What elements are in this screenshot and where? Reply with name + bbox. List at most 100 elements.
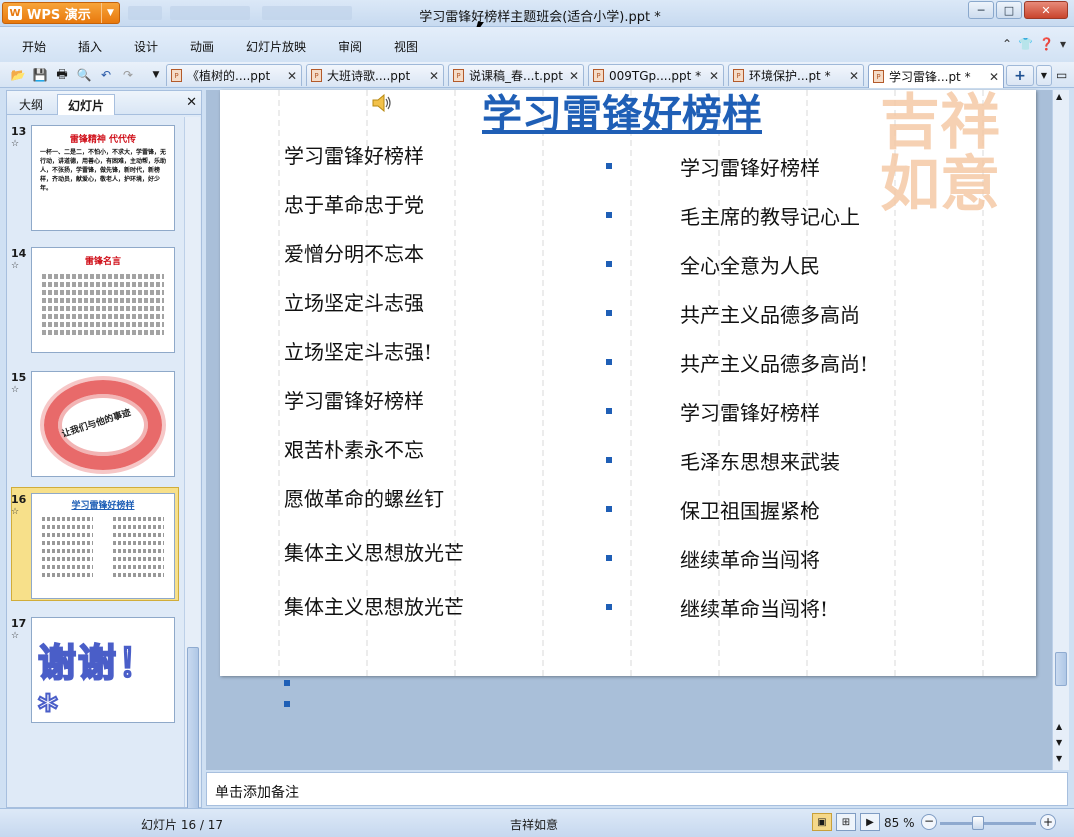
- zoom-in-button[interactable]: +: [1040, 814, 1056, 830]
- help-icon[interactable]: ❓: [1039, 37, 1054, 51]
- right-lyric-line[interactable]: 学习雷锋好榜样: [680, 152, 820, 181]
- redo-icon[interactable]: ↷: [120, 67, 136, 83]
- zoom-slider-track[interactable]: [940, 822, 1036, 825]
- close-tab-icon[interactable]: ✕: [569, 69, 579, 83]
- slide-thumbnail-16[interactable]: 学习雷锋好榜样: [31, 493, 175, 599]
- animation-star-icon: ☆: [11, 261, 20, 271]
- right-lyric-line[interactable]: 继续革命当闯将: [680, 544, 820, 573]
- right-lyric-line[interactable]: 毛泽东思想来武装: [680, 446, 840, 475]
- print-preview-icon[interactable]: 🔍: [76, 67, 92, 83]
- menu-home[interactable]: 开始: [22, 38, 46, 55]
- scroll-down-icon[interactable]: ▼: [1056, 754, 1062, 763]
- menu-insert[interactable]: 插入: [78, 38, 102, 55]
- right-lyric-line[interactable]: 共产主义品德多高尚!: [680, 348, 868, 377]
- doc-tab[interactable]: P 《植树的....ppt ✕: [166, 64, 302, 86]
- tab-list-dropdown[interactable]: ▼: [1036, 65, 1052, 86]
- chevron-down-icon[interactable]: ▼: [101, 3, 119, 23]
- chevron-up-icon[interactable]: ⌃: [1002, 37, 1012, 51]
- doc-tab-label: 学习雷锋...pt *: [889, 70, 971, 84]
- skin-shirt-icon[interactable]: 👕: [1018, 37, 1033, 51]
- right-lyric-line[interactable]: 学习雷锋好榜样: [680, 397, 820, 426]
- auspicious-seal-decoration-icon: 吉祥 如意: [880, 90, 1000, 220]
- status-bar: 幻灯片 16 / 17 吉祥如意 ▣ ⊞ ▶ 85 % − +: [0, 808, 1074, 837]
- maximize-button[interactable]: □: [996, 1, 1022, 19]
- close-tab-icon[interactable]: ✕: [709, 69, 719, 83]
- slide-title[interactable]: 学习雷锋好榜样: [482, 90, 762, 140]
- left-lyric-line[interactable]: 学习雷锋好榜样: [284, 385, 424, 414]
- slide-thumbnail-13[interactable]: 雷锋精神 代代传 一杯一、二是二，不怕小，不求大，学雷锋，无行动，讲道德，用善心…: [31, 125, 175, 231]
- chevron-down-icon: ▼: [1040, 71, 1048, 80]
- left-lyric-line[interactable]: 爱憎分明不忘本: [284, 238, 424, 267]
- menu-view[interactable]: 视图: [394, 38, 418, 55]
- notes-pane[interactable]: 单击添加备注: [206, 772, 1068, 806]
- doc-tab[interactable]: P 环境保护...pt * ✕: [728, 64, 864, 86]
- thumbnail-title: 谢谢！*: [37, 640, 159, 723]
- new-tab-button[interactable]: +: [1006, 65, 1034, 86]
- print-icon[interactable]: 🖶: [54, 67, 70, 83]
- zoom-slider-handle[interactable]: [972, 816, 984, 830]
- left-lyric-line[interactable]: 立场坚定斗志强!: [284, 336, 432, 365]
- next-slide-icon[interactable]: ▼: [1056, 738, 1062, 747]
- undo-icon[interactable]: ↶: [98, 67, 114, 83]
- right-lyric-line[interactable]: 继续革命当闯将!: [680, 593, 828, 622]
- normal-view-icon[interactable]: ▣: [812, 813, 832, 831]
- slide-sorter-view-icon[interactable]: ⊞: [836, 813, 856, 831]
- close-tab-icon[interactable]: ✕: [429, 69, 439, 83]
- app-button-label: WPS 演示: [27, 7, 91, 23]
- right-lyric-line[interactable]: 保卫祖国握紧枪: [680, 495, 820, 524]
- wps-app-menu-button[interactable]: W WPS 演示 ▼: [2, 2, 120, 24]
- left-lyric-line[interactable]: 集体主义思想放光芒: [284, 537, 464, 566]
- decorative-dash-line: [542, 90, 544, 676]
- tab-slides[interactable]: 幻灯片: [57, 94, 116, 115]
- customize-toolbar-icon[interactable]: ▼: [148, 67, 164, 83]
- doc-tab[interactable]: P 大班诗歌....ppt ✕: [306, 64, 444, 86]
- open-folder-icon[interactable]: 📂: [10, 67, 26, 83]
- slide-canvas[interactable]: 吉祥 如意 学习雷锋好榜样 学习雷锋好榜样 忠于革命忠于党 爱憎分明不忘本 立场坚…: [220, 90, 1036, 676]
- slide-counter: 幻灯片 16 / 17: [141, 818, 224, 832]
- slide-thumbnail-15[interactable]: 让我们与他的事迹: [31, 371, 175, 477]
- chevron-down-icon[interactable]: ▾: [1060, 37, 1066, 51]
- left-lyric-line[interactable]: 学习雷锋好榜样: [284, 140, 424, 169]
- right-lyric-line[interactable]: 共产主义品德多高尚: [680, 299, 860, 328]
- doc-tab-label: 大班诗歌....ppt: [327, 69, 411, 83]
- close-tab-icon[interactable]: ✕: [287, 69, 297, 83]
- doc-tab[interactable]: P 说课稿_春...t.ppt ✕: [448, 64, 584, 86]
- slideshow-view-icon[interactable]: ▶: [860, 813, 880, 831]
- doc-tab-label: 环境保护...pt *: [749, 69, 831, 83]
- quick-access-ghost: [262, 6, 352, 20]
- save-icon[interactable]: 💾: [32, 67, 48, 83]
- animation-star-icon: ☆: [11, 631, 20, 641]
- left-lyric-line[interactable]: 集体主义思想放光芒: [284, 591, 464, 620]
- speaker-sound-icon[interactable]: [370, 92, 394, 114]
- close-tab-icon[interactable]: ✕: [989, 70, 999, 84]
- scroll-up-icon[interactable]: ▲: [1056, 92, 1062, 101]
- slides-panel-scrollbar[interactable]: [184, 117, 200, 819]
- zoom-out-button[interactable]: −: [921, 814, 937, 830]
- close-panel-icon[interactable]: ✕: [186, 95, 197, 110]
- doc-tab-active[interactable]: P 学习雷锋...pt * ✕: [868, 64, 1004, 88]
- left-lyric-line[interactable]: 忠于革命忠于党: [284, 189, 424, 218]
- minimize-doc-icon[interactable]: ▭: [1056, 68, 1067, 82]
- right-lyric-line[interactable]: 全心全意为人民: [680, 250, 820, 279]
- right-lyric-line[interactable]: 毛主席的教导记心上: [680, 201, 860, 230]
- doc-tab[interactable]: P 009TGp....ppt * ✕: [588, 64, 724, 86]
- menu-animation[interactable]: 动画: [190, 38, 214, 55]
- prev-slide-icon[interactable]: ▲: [1056, 722, 1062, 731]
- scrollbar-thumb[interactable]: [1055, 652, 1067, 686]
- minimize-button[interactable]: ─: [968, 1, 994, 19]
- title-bar: W WPS 演示 ▼ 学习雷锋好榜样主题班会(适合小学).ppt * ─ □ ✕: [0, 0, 1074, 36]
- menu-review[interactable]: 审阅: [338, 38, 362, 55]
- thumbnail-column-right: [113, 513, 164, 581]
- menu-design[interactable]: 设计: [134, 38, 158, 55]
- tab-outline[interactable]: 大纲: [9, 94, 53, 115]
- menu-slideshow[interactable]: 幻灯片放映: [246, 38, 306, 55]
- slide-vertical-scrollbar[interactable]: ▲ ▲ ▼ ▼: [1052, 90, 1069, 770]
- left-lyric-line[interactable]: 愿做革命的螺丝钉: [284, 483, 444, 512]
- close-window-button[interactable]: ✕: [1024, 1, 1068, 19]
- left-lyric-line[interactable]: 立场坚定斗志强: [284, 287, 424, 316]
- close-tab-icon[interactable]: ✕: [849, 69, 859, 83]
- slide-thumbnail-14[interactable]: 雷锋名言: [31, 247, 175, 353]
- slide-thumbnail-17[interactable]: 谢谢！*: [31, 617, 175, 723]
- left-lyric-line[interactable]: 艰苦朴素永不忘: [284, 434, 424, 463]
- scrollbar-thumb[interactable]: [187, 647, 199, 819]
